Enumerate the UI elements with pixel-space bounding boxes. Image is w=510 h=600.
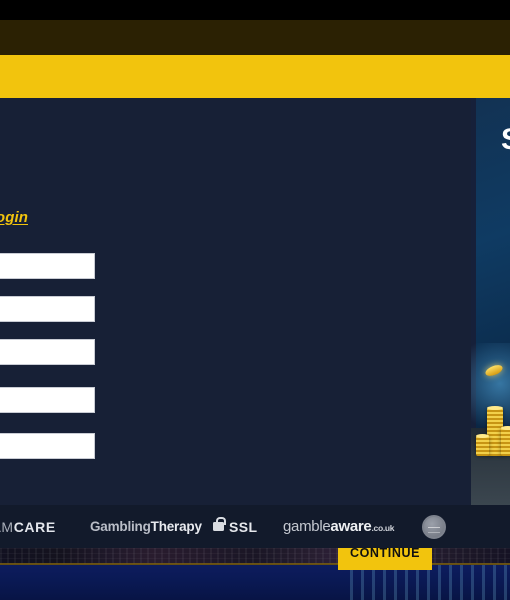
promo-image-panel: S [471, 98, 510, 505]
gambleaware-part1: gamble [283, 518, 331, 535]
gamcare-logo-part2: CARE [13, 518, 56, 535]
ssl-badge[interactable]: SSL [213, 517, 258, 535]
trust-footer: GAMCARE GamblingTherapy SSL gambleaware.… [0, 505, 510, 548]
gambling-therapy-logo[interactable]: GamblingTherapy [90, 519, 202, 534]
top-black-band [0, 0, 510, 20]
certification-seal-icon[interactable] [422, 515, 446, 539]
gamcare-logo[interactable]: GAMCARE [0, 519, 56, 535]
existing-member-prompt: mber? Simply Login [0, 209, 28, 226]
registration-form: mber? Simply Login ckage bonuses) ge and… [0, 98, 471, 570]
gambleaware-logo[interactable]: gambleaware.co.uk [283, 518, 395, 535]
registration-modal: mber? Simply Login ckage bonuses) ge and… [0, 98, 510, 570]
registration-input-2[interactable] [0, 296, 95, 322]
registration-input-1[interactable] [0, 253, 95, 279]
promo-yellow-band[interactable] [0, 55, 510, 98]
promo-headline: S [501, 123, 510, 157]
trust-footer-inner: GAMCARE GamblingTherapy SSL gambleaware.… [0, 505, 510, 548]
lock-icon [213, 517, 226, 531]
screen-root: mber? Simply Login ckage bonuses) ge and… [0, 0, 510, 600]
gambling-therapy-part2: Therapy [150, 519, 202, 534]
gambleaware-suffix: .co.uk [371, 523, 395, 533]
registration-input-5[interactable] [0, 433, 95, 459]
registration-input-3[interactable] [0, 339, 95, 365]
gambleaware-part2: aware [330, 518, 372, 535]
gamcare-logo-part1: GAM [0, 518, 14, 535]
coin-stack-short-icon [476, 434, 489, 456]
ssl-label: SSL [229, 518, 258, 535]
top-olive-band [0, 20, 510, 55]
gambling-therapy-part1: Gambling [90, 519, 151, 534]
coin-stack-medium-icon [501, 426, 510, 456]
login-link[interactable]: Login [0, 209, 28, 226]
background-lower-panel [0, 565, 510, 600]
registration-input-4[interactable] [0, 387, 95, 413]
